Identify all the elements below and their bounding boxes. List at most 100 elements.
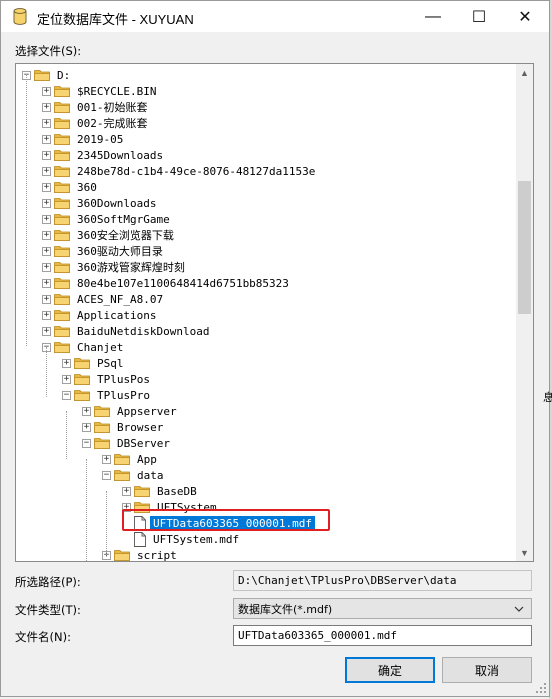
tree-item-label: 80e4be107e1100648414d6751bb85323 [77, 276, 289, 290]
selected-path-label: 所选路径(P): [15, 575, 81, 589]
tree-item-label: App [137, 452, 157, 466]
tree-item-label: 360SoftMgrGame [77, 212, 170, 226]
scroll-down-arrow-icon[interactable]: ▼ [516, 544, 533, 561]
collapse-icon[interactable]: − [102, 470, 111, 480]
expand-icon[interactable]: + [42, 262, 51, 272]
tree-folder-item[interactable]: + App [102, 451, 160, 467]
tree-folder-item[interactable]: +2345Downloads [42, 147, 166, 163]
tree-folder-item[interactable]: +80e4be107e1100648414d6751bb85323 [42, 275, 292, 291]
tree-folder-item[interactable]: − TPlusPro [62, 387, 153, 403]
expand-icon[interactable]: + [82, 406, 91, 416]
tree-item-label: 001-初始账套 [77, 100, 148, 114]
expand-icon[interactable]: + [42, 134, 51, 144]
tree-folder-item[interactable]: +360安全浏览器下载 [42, 227, 177, 243]
tree-item-label: PSql [97, 356, 124, 370]
expand-icon[interactable]: + [82, 422, 91, 432]
tree-folder-item[interactable]: + Browser [82, 419, 166, 435]
folder-icon [114, 470, 130, 481]
tree-folder-item[interactable]: − Chanjet [42, 339, 126, 355]
expand-icon[interactable]: + [122, 486, 131, 496]
collapse-icon[interactable]: − [62, 390, 71, 400]
folder-icon [54, 118, 70, 129]
tree-folder-item[interactable]: +360游戏管家辉煌时刻 [42, 259, 188, 275]
tree-item-label: 360 [77, 180, 97, 194]
expand-icon[interactable]: + [42, 198, 51, 208]
chevron-down-icon [514, 606, 524, 612]
tree-folder-item[interactable]: − data [102, 467, 167, 483]
expand-icon[interactable]: + [42, 294, 51, 304]
minimize-button[interactable]: — [410, 1, 456, 32]
file-type-label: 文件类型(T): [15, 603, 81, 617]
tree-folder-item[interactable]: − D: [22, 67, 73, 83]
expand-icon[interactable]: + [62, 358, 71, 368]
folder-icon [54, 182, 70, 193]
maximize-button[interactable]: ☐ [456, 1, 502, 32]
folder-icon [54, 310, 70, 321]
expand-icon[interactable]: + [42, 310, 51, 320]
tree-folder-item[interactable]: +360驱动大师目录 [42, 243, 166, 259]
tree-folder-item[interactable]: + Applications [42, 307, 159, 323]
folder-icon [34, 70, 50, 81]
tree-guide-line [106, 491, 107, 555]
tree-folder-item[interactable]: + BaseDB [122, 483, 200, 499]
tree-vertical-scrollbar[interactable]: ▲ ▼ [516, 64, 533, 561]
tree-folder-item[interactable]: +002-完成账套 [42, 115, 151, 131]
collapse-icon[interactable]: − [82, 438, 91, 448]
tree-folder-item[interactable]: + Appserver [82, 403, 180, 419]
scroll-up-arrow-icon[interactable]: ▲ [516, 64, 533, 81]
tree-item-label: UFTSystem.mdf [153, 532, 240, 546]
tree-folder-item[interactable]: +2019-05 [42, 131, 126, 147]
tree-item-label: 360安全浏览器下载 [77, 228, 174, 242]
tree-guide-line [66, 411, 67, 459]
expand-icon[interactable]: + [42, 118, 51, 128]
folder-icon [54, 198, 70, 209]
expand-icon[interactable]: + [42, 230, 51, 240]
tree-guide-line [46, 347, 47, 397]
tree-item-label: 360Downloads [77, 196, 157, 210]
folder-icon [74, 358, 90, 369]
cancel-button[interactable]: 取消 [442, 657, 532, 683]
folder-icon [54, 342, 70, 353]
tree-folder-item[interactable]: +360SoftMgrGame [42, 211, 173, 227]
tree-folder-item[interactable]: +360 [42, 179, 100, 195]
tree-folder-item[interactable]: +248be78d-c1b4-49ce-8076-48127da1153e [42, 163, 318, 179]
expand-icon[interactable]: + [42, 102, 51, 112]
expand-icon[interactable]: + [42, 166, 51, 176]
expand-icon[interactable]: + [62, 374, 71, 384]
ok-button[interactable]: 确定 [345, 657, 435, 683]
expand-icon[interactable]: + [42, 278, 51, 288]
tree-item-label: 2019-05 [77, 132, 124, 146]
folder-tree[interactable]: ▲ ▼ − D: + $RECYCLE.BIN +001-初始账套 +002-完成账套 +2… [15, 63, 534, 562]
tree-folder-item[interactable]: + $RECYCLE.BIN [42, 83, 159, 99]
tree-file-item[interactable]: UFTSystem.mdf [122, 531, 242, 547]
tree-item-label: script [137, 548, 177, 562]
tree-folder-item[interactable]: + ACES_NF_A8.07 [42, 291, 166, 307]
tree-folder-item[interactable]: + PSql [62, 355, 127, 371]
select-file-label: 选择文件(S): [15, 44, 82, 58]
file-type-dropdown[interactable]: 数据库文件(*.mdf) [233, 598, 532, 619]
resize-grip-icon[interactable] [536, 683, 546, 693]
tree-folder-item[interactable]: − DBServer [82, 435, 173, 451]
expand-icon[interactable]: + [42, 150, 51, 160]
tree-folder-item[interactable]: + TPlusPos [62, 371, 153, 387]
expand-icon[interactable]: + [42, 326, 51, 336]
background-window-text: 息 [543, 392, 552, 404]
expand-icon[interactable]: + [42, 86, 51, 96]
tree-folder-item[interactable]: +360Downloads [42, 195, 159, 211]
folder-icon [94, 406, 110, 417]
tree-folder-item[interactable]: +001-初始账套 [42, 99, 151, 115]
maximize-icon: ☐ [471, 8, 487, 26]
expand-icon[interactable]: + [102, 454, 111, 464]
tree-item-label: 360驱动大师目录 [77, 244, 163, 258]
close-button[interactable]: ✕ [502, 1, 548, 32]
scrollbar-thumb[interactable] [518, 181, 531, 314]
folder-icon [54, 326, 70, 337]
tree-folder-item[interactable]: + script [102, 547, 180, 562]
expand-icon[interactable]: + [42, 182, 51, 192]
tree-folder-item[interactable]: + BaiduNetdiskDownload [42, 323, 212, 339]
expand-icon[interactable]: + [42, 246, 51, 256]
expand-icon[interactable]: + [42, 214, 51, 224]
file-name-input[interactable]: UFTData603365_000001.mdf [233, 625, 532, 646]
tree-item-label: Applications [77, 308, 157, 322]
tree-item-label: 2345Downloads [77, 148, 164, 162]
